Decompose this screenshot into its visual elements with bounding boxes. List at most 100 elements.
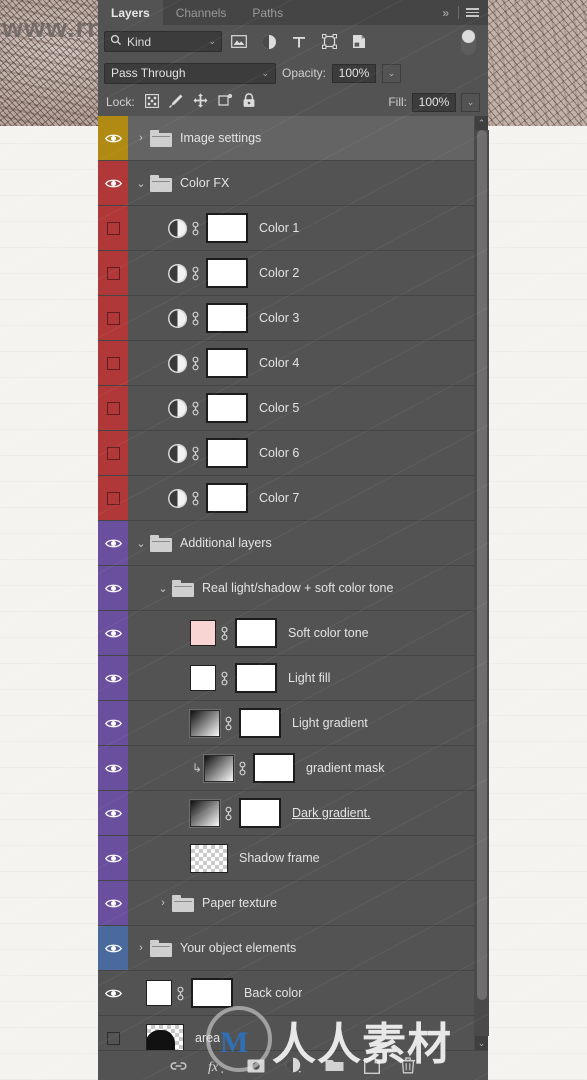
mask-link-icon[interactable]	[187, 355, 203, 372]
mask-link-icon[interactable]	[216, 670, 232, 687]
adjustment-layer-filter-icon[interactable]	[256, 30, 282, 53]
layer-visibility-toggle[interactable]	[98, 161, 128, 205]
layer-row[interactable]: Color 4	[98, 341, 474, 386]
group-twisty-collapsed-icon[interactable]: ›	[132, 132, 150, 144]
delete-layer-icon[interactable]	[400, 1057, 416, 1074]
layer-row[interactable]: area	[98, 1016, 474, 1050]
layer-mask-thumbnail[interactable]	[206, 258, 248, 288]
smart-object-filter-icon[interactable]	[346, 30, 372, 53]
opacity-input[interactable]: 100%	[332, 63, 377, 83]
layer-row[interactable]: Color 3	[98, 296, 474, 341]
mask-link-icon[interactable]	[220, 805, 236, 822]
mask-link-icon[interactable]	[220, 715, 236, 732]
mask-link-icon[interactable]	[187, 220, 203, 237]
pixel-layer-filter-icon[interactable]	[226, 30, 252, 53]
scrollbar-track[interactable]	[474, 130, 489, 1036]
layer-thumbnail-gradient[interactable]	[190, 709, 220, 737]
mask-link-icon[interactable]	[234, 760, 250, 777]
layer-row[interactable]: Dark gradient.	[98, 791, 474, 836]
layer-mask-thumbnail[interactable]	[239, 708, 281, 738]
layer-thumbnail-gradient[interactable]	[204, 754, 234, 782]
layer-visibility-toggle[interactable]	[98, 251, 128, 295]
layer-visibility-toggle[interactable]	[98, 566, 128, 610]
layer-row[interactable]: ⌄ Additional layers	[98, 521, 474, 566]
layer-mask-thumbnail[interactable]	[235, 663, 277, 693]
group-twisty-expanded-icon[interactable]: ⌄	[154, 582, 172, 595]
layer-row[interactable]: Light gradient	[98, 701, 474, 746]
tab-channels[interactable]: Channels	[163, 0, 240, 25]
scroll-down-arrow-icon[interactable]: ⌄	[475, 1036, 489, 1050]
layer-visibility-toggle[interactable]	[98, 341, 128, 385]
mask-link-icon[interactable]	[187, 490, 203, 507]
lock-all-icon[interactable]	[242, 93, 256, 111]
layer-visibility-toggle[interactable]	[98, 206, 128, 250]
mask-link-icon[interactable]	[187, 400, 203, 417]
layer-visibility-toggle[interactable]	[98, 926, 128, 970]
layer-row[interactable]: ↳ gradient mask	[98, 746, 474, 791]
group-twisty-expanded-icon[interactable]: ⌄	[132, 537, 150, 550]
layer-style-fx-icon[interactable]: fx	[207, 1058, 227, 1074]
layer-thumbnail-adjustment[interactable]	[168, 488, 187, 508]
link-layers-icon[interactable]	[170, 1060, 187, 1072]
fill-input[interactable]: 100%	[412, 92, 456, 112]
layer-visibility-toggle[interactable]	[98, 431, 128, 475]
new-adjustment-layer-icon[interactable]	[285, 1057, 305, 1074]
layer-thumbnail-adjustment[interactable]	[168, 398, 187, 418]
layer-row[interactable]: Soft color tone	[98, 611, 474, 656]
layer-visibility-toggle[interactable]	[98, 521, 128, 565]
scrollbar-thumb[interactable]	[476, 130, 487, 1000]
layer-mask-thumbnail[interactable]	[206, 348, 248, 378]
layer-visibility-toggle[interactable]	[98, 746, 128, 790]
group-twisty-collapsed-icon[interactable]: ›	[132, 942, 150, 954]
group-twisty-expanded-icon[interactable]: ⌄	[132, 177, 150, 190]
type-layer-filter-icon[interactable]	[286, 30, 312, 53]
lock-position-icon[interactable]	[193, 93, 208, 111]
new-group-icon[interactable]	[325, 1058, 344, 1073]
layer-mask-thumbnail[interactable]	[239, 798, 281, 828]
layer-row[interactable]: › Image settings	[98, 116, 474, 161]
filter-enable-toggle[interactable]	[461, 28, 476, 55]
layer-thumbnail-adjustment[interactable]	[168, 308, 187, 328]
layer-thumbnail-adjustment[interactable]	[168, 353, 187, 373]
filter-kind-select[interactable]: Kind ⌄	[104, 31, 222, 52]
layer-row[interactable]: › Your object elements	[98, 926, 474, 971]
layer-row[interactable]: ⌄ Real light/shadow + soft color tone	[98, 566, 474, 611]
layer-list-scrollbar[interactable]: ⌃ ⌄	[474, 116, 489, 1050]
layer-mask-thumbnail[interactable]	[253, 753, 295, 783]
layer-visibility-toggle[interactable]	[98, 701, 128, 745]
layer-visibility-toggle[interactable]	[98, 1016, 128, 1050]
layer-visibility-toggle[interactable]	[98, 791, 128, 835]
fill-stepper[interactable]: ⌄	[461, 92, 480, 112]
layer-row[interactable]: Light fill	[98, 656, 474, 701]
mask-link-icon[interactable]	[187, 265, 203, 282]
opacity-stepper[interactable]: ⌄	[382, 63, 402, 83]
layer-thumbnail-adjustment[interactable]	[168, 443, 187, 463]
layer-thumbnail-adjustment[interactable]	[168, 263, 187, 283]
layer-visibility-toggle[interactable]	[98, 656, 128, 700]
layer-row[interactable]: Color 7	[98, 476, 474, 521]
layer-row[interactable]: Color 2	[98, 251, 474, 296]
add-layer-mask-icon[interactable]	[247, 1059, 265, 1073]
layer-list[interactable]: › Image settings ⌄ Color FX Color 1 Color 2 Co…	[98, 116, 474, 1050]
mask-link-icon[interactable]	[172, 985, 188, 1002]
layer-mask-thumbnail[interactable]	[206, 303, 248, 333]
layer-visibility-toggle[interactable]	[98, 881, 128, 925]
layer-mask-thumbnail[interactable]	[206, 213, 248, 243]
layer-thumbnail-fill[interactable]	[190, 620, 216, 646]
layer-visibility-toggle[interactable]	[98, 836, 128, 880]
mask-link-icon[interactable]	[187, 445, 203, 462]
group-twisty-collapsed-icon[interactable]: ›	[154, 897, 172, 909]
layer-visibility-toggle[interactable]	[98, 386, 128, 430]
layer-mask-thumbnail[interactable]	[235, 618, 277, 648]
panel-menu-icon[interactable]	[461, 0, 488, 25]
layer-visibility-toggle[interactable]	[98, 971, 128, 1015]
panel-overflow-button[interactable]: »	[435, 0, 456, 25]
layer-row[interactable]: › Paper texture	[98, 881, 474, 926]
layer-mask-thumbnail[interactable]	[206, 483, 248, 513]
mask-link-icon[interactable]	[187, 310, 203, 327]
layer-thumbnail-pixel[interactable]	[190, 843, 228, 873]
lock-image-pixels-icon[interactable]	[168, 93, 184, 112]
layer-row[interactable]: Color 5	[98, 386, 474, 431]
new-layer-icon[interactable]	[364, 1057, 380, 1074]
layer-row[interactable]: Shadow frame	[98, 836, 474, 881]
